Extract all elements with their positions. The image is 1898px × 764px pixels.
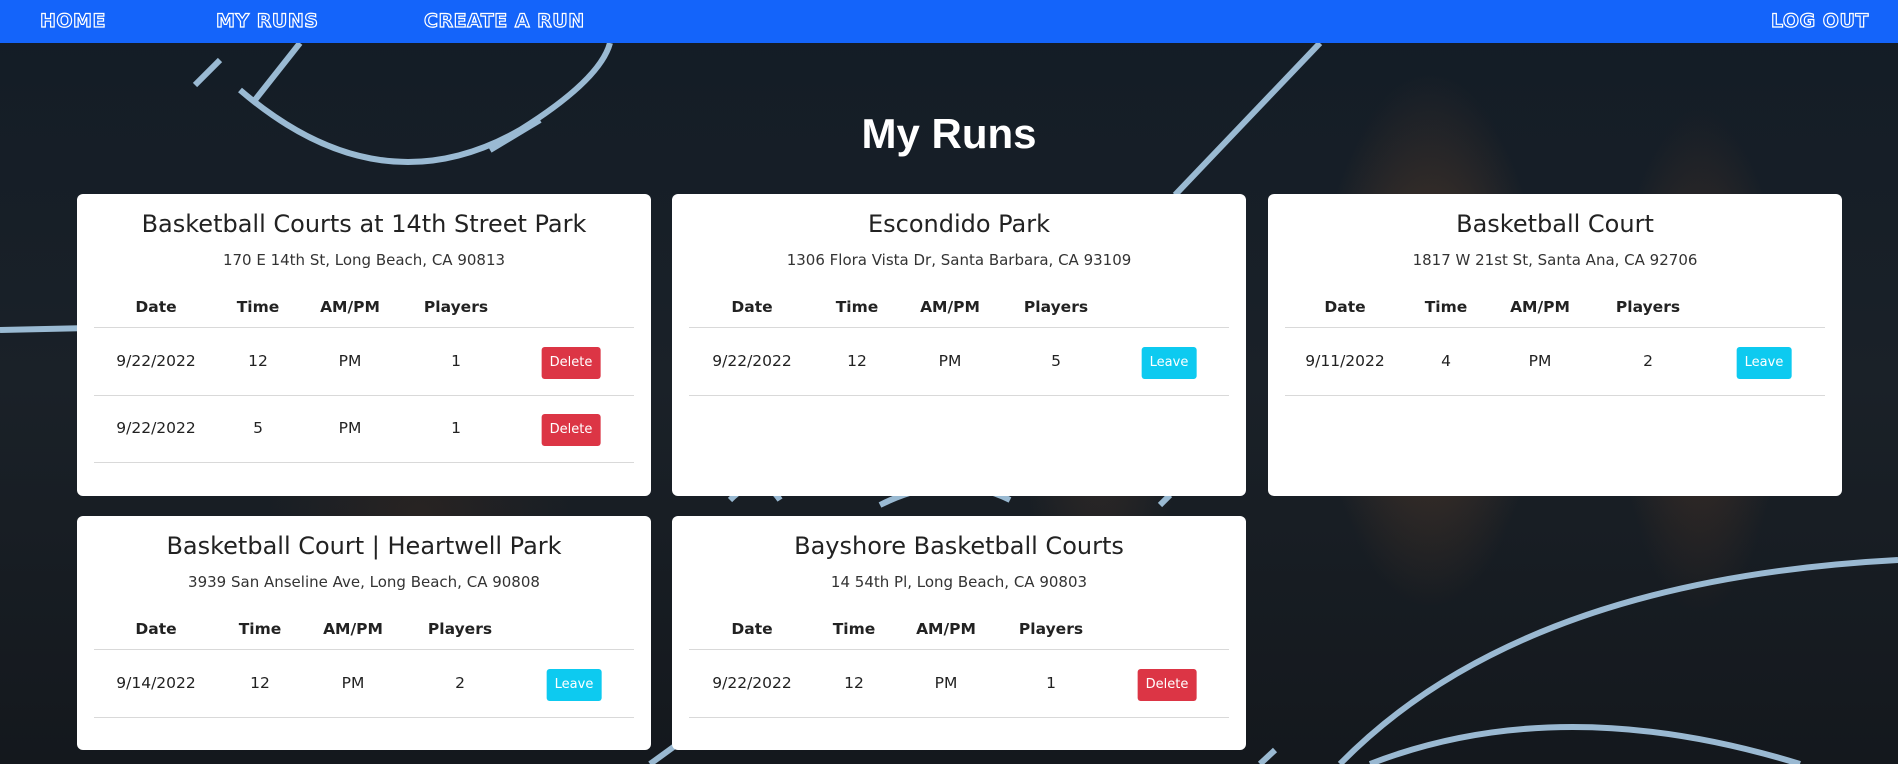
run-time: 12 [250, 674, 270, 692]
players-header: Players [427, 620, 493, 638]
time-header: Time [835, 298, 879, 316]
run-card: Basketball Court | Heartwell Park 3939 Sa… [77, 516, 651, 750]
run-card: Bayshore Basketball Courts 14 54th Pl, Lo… [672, 516, 1246, 750]
time-header: Time [238, 620, 282, 638]
players-header: Players [1615, 298, 1681, 316]
court-name: Basketball Court [1456, 210, 1654, 238]
run-players: 1 [1046, 674, 1056, 692]
date-header: Date [731, 298, 773, 316]
run-date: 9/22/2022 [116, 419, 196, 437]
court-name: Bayshore Basketball Courts [794, 532, 1124, 560]
run-players: 1 [451, 419, 461, 437]
run-date: 9/22/2022 [116, 352, 196, 370]
run-players: 2 [1643, 352, 1653, 370]
ampm-header: AM/PM [320, 298, 380, 316]
top-navbar: HOME MY RUNS CREATE A RUN LOG OUT [0, 0, 1898, 43]
run-time: 12 [847, 352, 867, 370]
run-card: Basketball Courts at 14th Street Park 170… [77, 194, 651, 496]
table-row: 9/14/2022 12 PM 2 Leave [94, 651, 634, 718]
runs-table-header: Date Time AM/PM Players [689, 620, 1229, 650]
runs-table-header: Date Time AM/PM Players [689, 298, 1229, 328]
players-header: Players [423, 298, 489, 316]
ampm-header: AM/PM [920, 298, 980, 316]
leave-run-button[interactable]: Leave [546, 669, 602, 701]
run-ampm: PM [934, 674, 958, 692]
run-ampm: PM [338, 352, 362, 370]
table-row: 9/22/2022 5 PM 1 Delete [94, 396, 634, 463]
time-header: Time [236, 298, 280, 316]
page-title: My Runs [861, 110, 1037, 157]
nav-logout-link[interactable]: LOG OUT [1770, 9, 1869, 32]
table-row: 9/22/2022 12 PM 1 Delete [94, 329, 634, 396]
court-address: 170 E 14th St, Long Beach, CA 90813 [222, 251, 506, 269]
ampm-header: AM/PM [916, 620, 976, 638]
run-date: 9/22/2022 [712, 674, 792, 692]
run-ampm: PM [938, 352, 962, 370]
time-header: Time [832, 620, 876, 638]
run-time: 4 [1441, 352, 1451, 370]
players-header: Players [1023, 298, 1089, 316]
court-name: Escondido Park [867, 210, 1051, 238]
run-card: Basketball Court 1817 W 21st St, Santa An… [1268, 194, 1842, 496]
players-header: Players [1018, 620, 1084, 638]
run-players: 1 [451, 352, 461, 370]
run-card: Escondido Park 1306 Flora Vista Dr, Santa… [672, 194, 1246, 496]
ampm-header: AM/PM [1510, 298, 1570, 316]
delete-run-button[interactable]: Delete [541, 414, 601, 446]
table-row: 9/22/2022 12 PM 5 Leave [689, 329, 1229, 396]
table-row: 9/22/2022 12 PM 1 Delete [689, 651, 1229, 718]
court-address: 1306 Flora Vista Dr, Santa Barbara, CA 9… [786, 251, 1132, 269]
nav-my-runs-link[interactable]: MY RUNS [215, 9, 318, 32]
nav-home-link[interactable]: HOME [39, 9, 106, 32]
court-name: Basketball Court | Heartwell Park [166, 532, 562, 560]
leave-run-button[interactable]: Leave [1736, 347, 1792, 379]
ampm-header: AM/PM [323, 620, 383, 638]
court-name: Basketball Courts at 14th Street Park [141, 210, 587, 238]
court-address: 3939 San Anseline Ave, Long Beach, CA 90… [188, 573, 540, 591]
date-header: Date [135, 298, 177, 316]
run-players: 2 [455, 674, 465, 692]
runs-table-header: Date Time AM/PM Players [94, 298, 634, 328]
date-header: Date [135, 620, 177, 638]
run-time: 12 [248, 352, 268, 370]
run-date: 9/14/2022 [116, 674, 196, 692]
run-date: 9/22/2022 [712, 352, 792, 370]
run-time: 12 [844, 674, 864, 692]
date-header: Date [1324, 298, 1366, 316]
court-address: 1817 W 21st St, Santa Ana, CA 92706 [1412, 251, 1698, 269]
runs-table-header: Date Time AM/PM Players [94, 620, 634, 650]
run-ampm: PM [338, 419, 362, 437]
runs-table-header: Date Time AM/PM Players [1285, 298, 1825, 328]
run-date: 9/11/2022 [1305, 352, 1385, 370]
delete-run-button[interactable]: Delete [1137, 669, 1197, 701]
delete-run-button[interactable]: Delete [541, 347, 601, 379]
leave-run-button[interactable]: Leave [1141, 347, 1197, 379]
run-ampm: PM [1528, 352, 1552, 370]
run-ampm: PM [341, 674, 365, 692]
date-header: Date [731, 620, 773, 638]
table-row: 9/11/2022 4 PM 2 Leave [1285, 329, 1825, 396]
run-players: 5 [1051, 352, 1061, 370]
run-time: 5 [253, 419, 263, 437]
nav-create-run-link[interactable]: CREATE A RUN [423, 9, 584, 32]
court-address: 14 54th Pl, Long Beach, CA 90803 [830, 573, 1088, 591]
time-header: Time [1424, 298, 1468, 316]
